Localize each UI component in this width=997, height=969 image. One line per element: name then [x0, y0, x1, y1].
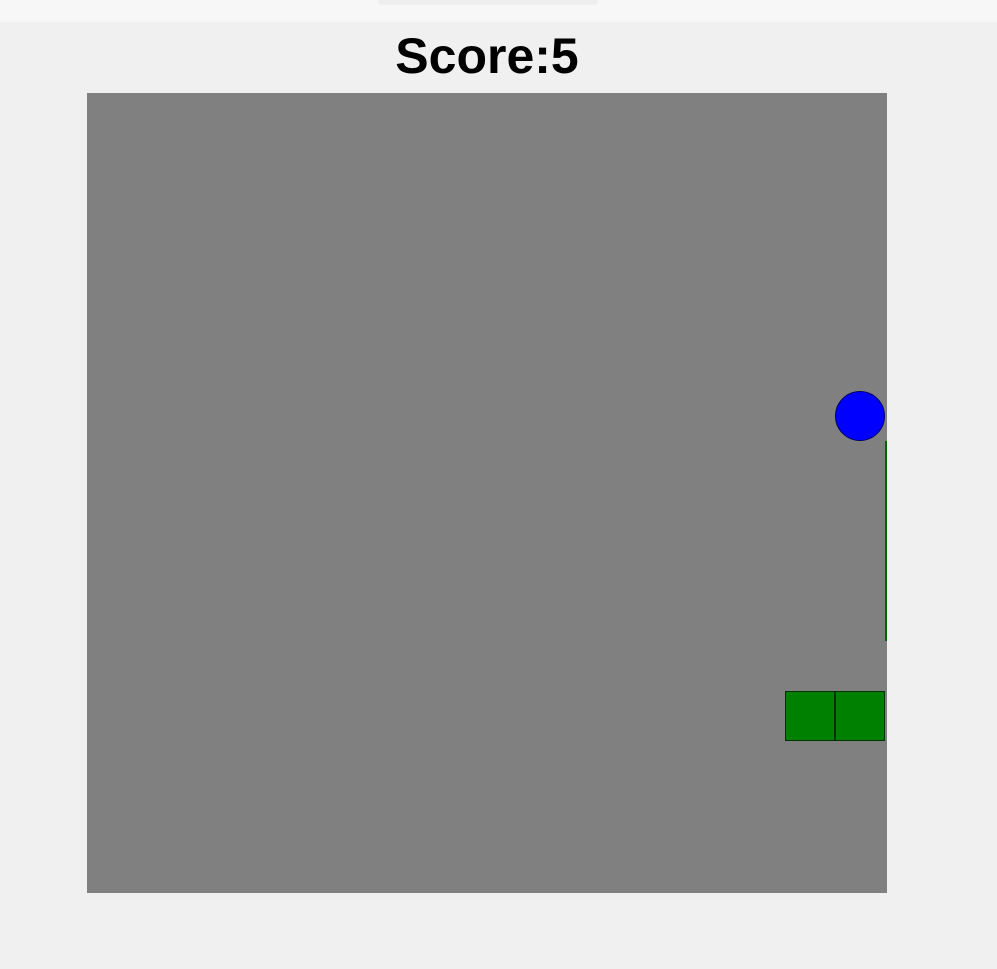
snake-segment: [885, 491, 887, 541]
snake-segment: [785, 691, 835, 741]
title-bar-notch: [378, 0, 598, 5]
score-label: Score:5: [395, 28, 579, 84]
snake-segment: [835, 691, 885, 741]
game-board[interactable]: [87, 93, 887, 893]
snake-segment: [885, 541, 887, 591]
food-pellet: [835, 391, 885, 441]
window-title-bar: [0, 0, 997, 22]
snake-segment: [885, 591, 887, 641]
snake-segment: [885, 441, 887, 491]
